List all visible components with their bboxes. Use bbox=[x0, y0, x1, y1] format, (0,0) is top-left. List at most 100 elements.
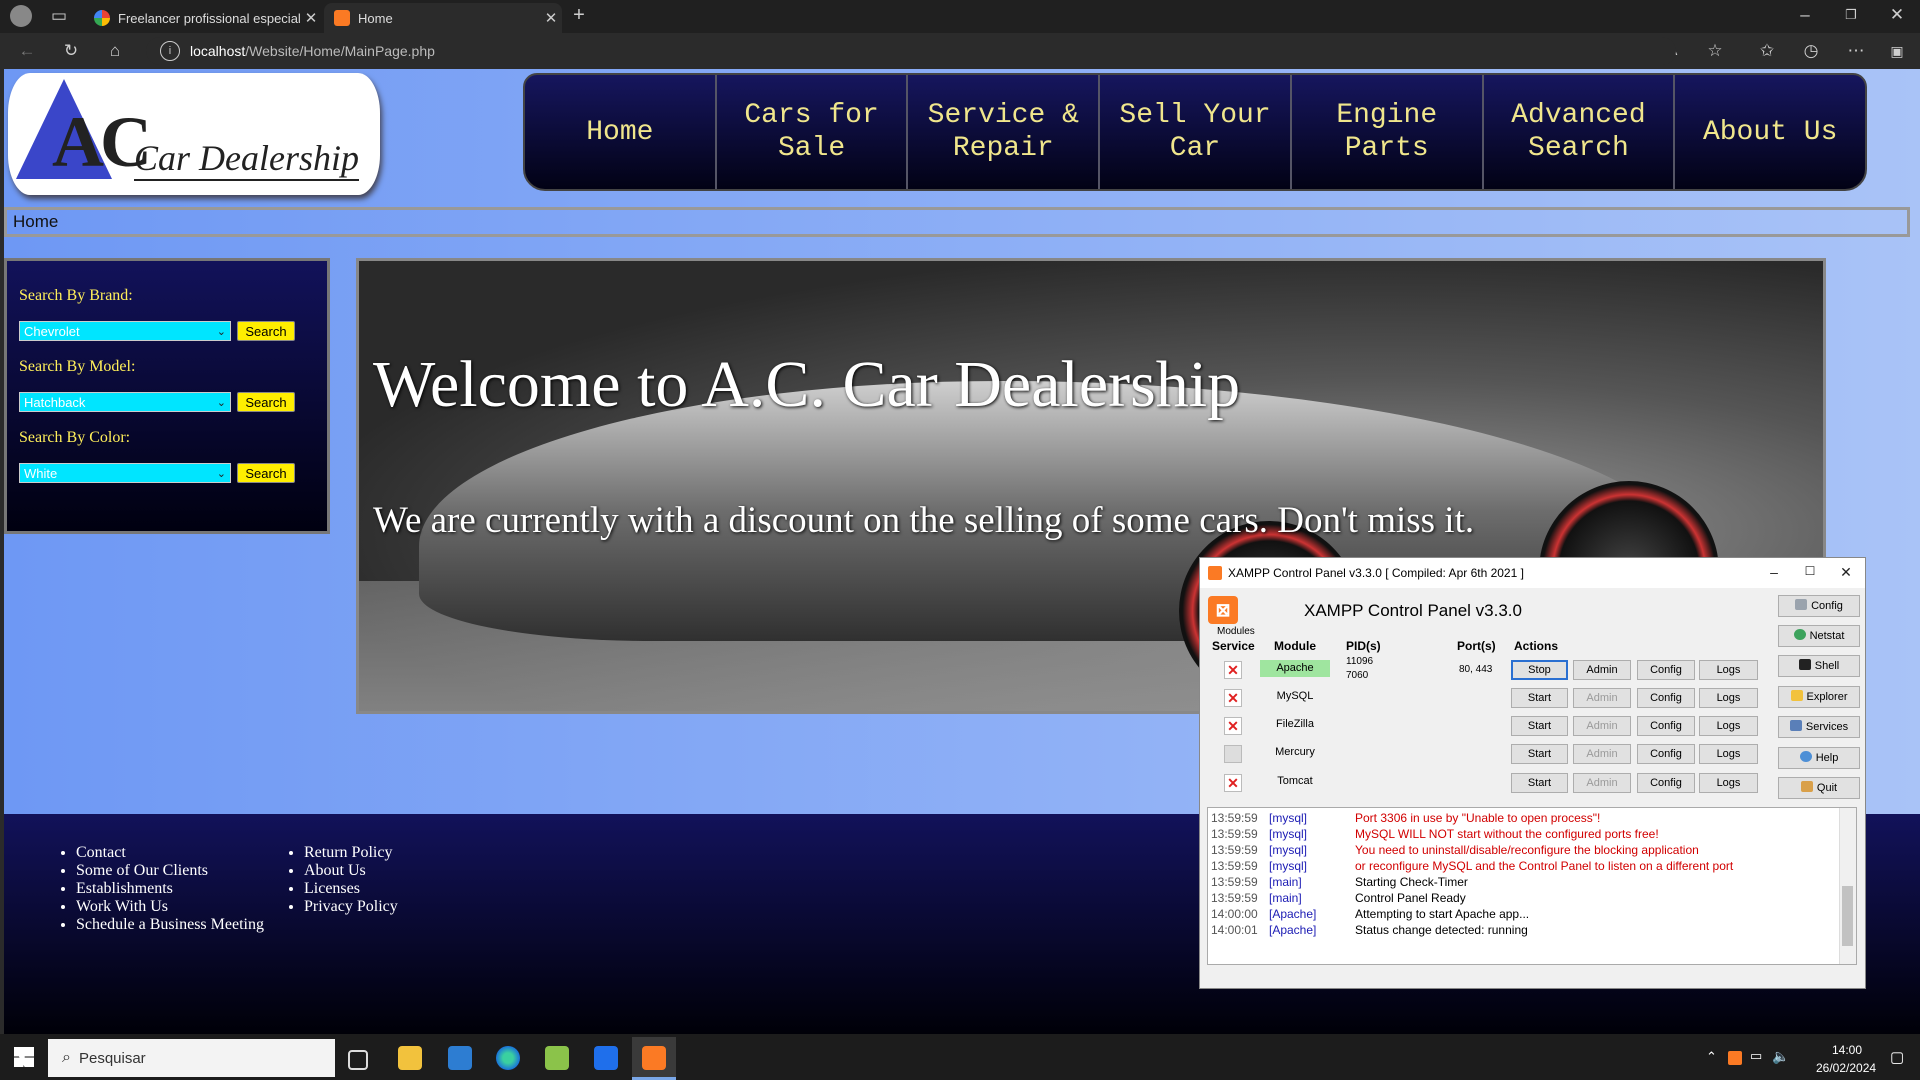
close-window-icon[interactable]: ✕ bbox=[1886, 5, 1908, 25]
clock-date[interactable]: 26/02/2024 bbox=[1816, 1061, 1876, 1075]
sidebar-toggle-icon[interactable]: ▣ bbox=[1886, 41, 1908, 61]
explorer-button[interactable]: Explorer bbox=[1778, 686, 1860, 708]
xampp-log-panel[interactable]: 13:59:59 [mysql] Port 3306 in use by "Unab… bbox=[1207, 807, 1857, 965]
nav-home[interactable]: Home bbox=[525, 75, 717, 189]
address-bar[interactable]: i localhost/Website/Home/MainPage.php bbox=[146, 37, 1676, 65]
tomcat-config-button[interactable]: Config bbox=[1637, 773, 1695, 793]
services-button[interactable]: Services bbox=[1778, 716, 1860, 738]
nav-advanced-search[interactable]: Advanced Search bbox=[1484, 75, 1676, 189]
nav-about-us[interactable]: About Us bbox=[1675, 75, 1865, 189]
back-icon[interactable]: ← bbox=[16, 41, 38, 61]
brand-search-button[interactable]: Search bbox=[237, 321, 295, 341]
favorites-icon[interactable]: ✩ bbox=[1756, 41, 1778, 61]
volume-icon[interactable]: 🔈 bbox=[1772, 1048, 1789, 1065]
service-status-x-icon[interactable]: ✕ bbox=[1224, 717, 1242, 735]
footer-link-privacy-policy[interactable]: Privacy Policy bbox=[304, 898, 398, 916]
footer-link-about-us[interactable]: About Us bbox=[304, 862, 398, 880]
model-select[interactable]: Hatchback ⌄ bbox=[19, 392, 231, 412]
vscode-icon[interactable] bbox=[594, 1046, 618, 1070]
tab-close-icon[interactable]: ✕ bbox=[300, 9, 322, 27]
minimize-icon[interactable]: – bbox=[1759, 564, 1789, 580]
notifications-icon[interactable]: ▢ bbox=[1890, 1048, 1904, 1066]
app-icon[interactable] bbox=[545, 1046, 569, 1070]
home-icon[interactable]: ⌂ bbox=[104, 41, 126, 61]
maximize-icon[interactable]: ☐ bbox=[1795, 564, 1825, 578]
new-tab-icon[interactable]: + bbox=[568, 5, 590, 25]
search-sidebar: Search By Brand: Chevrolet ⌄ Search Searc… bbox=[4, 258, 330, 534]
col-actions: Actions bbox=[1514, 639, 1559, 653]
mercury-start-button[interactable]: Start bbox=[1511, 744, 1568, 764]
mercury-logs-button[interactable]: Logs bbox=[1699, 744, 1758, 764]
footer-link-licenses[interactable]: Licenses bbox=[304, 880, 398, 898]
windows-start-icon[interactable] bbox=[14, 1047, 34, 1067]
apache-logs-button[interactable]: Logs bbox=[1699, 660, 1758, 680]
favorite-star-icon[interactable]: ☆ bbox=[1704, 41, 1726, 61]
quit-button[interactable]: Quit bbox=[1778, 777, 1860, 799]
history-icon[interactable]: ◷ bbox=[1800, 41, 1822, 61]
xampp-taskbar-button[interactable] bbox=[632, 1037, 676, 1080]
footer-link-work-with-us[interactable]: Work With Us bbox=[76, 898, 264, 916]
mysql-logs-button[interactable]: Logs bbox=[1699, 688, 1758, 708]
tomcat-logs-button[interactable]: Logs bbox=[1699, 773, 1758, 793]
service-status-x-icon[interactable]: ✕ bbox=[1224, 689, 1242, 707]
nav-service-repair[interactable]: Service & Repair bbox=[908, 75, 1101, 189]
edge-browser-icon[interactable] bbox=[496, 1046, 520, 1070]
service-status-x-icon[interactable]: ✕ bbox=[1224, 774, 1242, 792]
color-select[interactable]: White ⌄ bbox=[19, 463, 231, 483]
nav-cars-for-sale[interactable]: Cars for Sale bbox=[717, 75, 909, 189]
clock-time[interactable]: 14:00 bbox=[1832, 1043, 1862, 1057]
footer-link-establishments[interactable]: Establishments bbox=[76, 880, 264, 898]
brand-select[interactable]: Chevrolet ⌄ bbox=[19, 321, 231, 341]
model-search-button[interactable]: Search bbox=[237, 392, 295, 412]
mercury-config-button[interactable]: Config bbox=[1637, 744, 1695, 764]
nav-engine-parts[interactable]: Engine Parts bbox=[1292, 75, 1484, 189]
shell-button[interactable]: Shell bbox=[1778, 655, 1860, 677]
footer-link-schedule-meeting[interactable]: Schedule a Business Meeting bbox=[76, 916, 264, 934]
xampp-title-bar[interactable]: XAMPP Control Panel v3.3.0 [ Compiled: A… bbox=[1200, 558, 1865, 588]
apache-admin-button[interactable]: Admin bbox=[1573, 660, 1631, 680]
netstat-button[interactable]: Netstat bbox=[1778, 625, 1860, 647]
xampp-config-button[interactable]: Config bbox=[1778, 595, 1860, 617]
footer-link-return-policy[interactable]: Return Policy bbox=[304, 844, 398, 862]
log-scrollbar-thumb[interactable] bbox=[1842, 886, 1853, 946]
color-search-button[interactable]: Search bbox=[237, 463, 295, 483]
task-view-icon[interactable] bbox=[348, 1050, 368, 1070]
tab-home[interactable]: Home ✕ bbox=[324, 3, 562, 33]
tray-overflow-icon[interactable]: ⌃ bbox=[1706, 1049, 1717, 1065]
apache-config-button[interactable]: Config bbox=[1637, 660, 1695, 680]
nav-sell-your-car[interactable]: Sell Your Car bbox=[1100, 75, 1292, 189]
mysql-config-button[interactable]: Config bbox=[1637, 688, 1695, 708]
service-status-x-icon[interactable]: ✕ bbox=[1224, 661, 1242, 679]
filezilla-admin-button: Admin bbox=[1573, 716, 1631, 736]
mysql-start-button[interactable]: Start bbox=[1511, 688, 1568, 708]
tab-freelancer[interactable]: Freelancer profissional especialis ✕ bbox=[84, 3, 322, 33]
restore-icon[interactable]: ❐ bbox=[1840, 5, 1862, 25]
close-icon[interactable]: ✕ bbox=[1831, 564, 1861, 581]
service-status-empty-icon[interactable] bbox=[1224, 745, 1242, 763]
refresh-icon[interactable]: ↻ bbox=[60, 41, 82, 61]
more-menu-icon[interactable]: ⋯ bbox=[1845, 41, 1867, 61]
apache-stop-button[interactable]: Stop bbox=[1511, 660, 1568, 680]
xampp-big-logo-icon: ⊠ bbox=[1208, 596, 1238, 624]
profile-avatar-icon[interactable] bbox=[10, 5, 32, 27]
tab-actions-icon[interactable]: ▭ bbox=[48, 6, 70, 26]
taskbar-search[interactable]: ⌕ Pesquisar bbox=[48, 1039, 335, 1077]
file-explorer-icon[interactable] bbox=[398, 1046, 422, 1070]
filezilla-config-button[interactable]: Config bbox=[1637, 716, 1695, 736]
site-logo[interactable]: AC Car Dealership bbox=[8, 73, 380, 195]
filezilla-logs-button[interactable]: Logs bbox=[1699, 716, 1758, 736]
filezilla-start-button[interactable]: Start bbox=[1511, 716, 1568, 736]
site-info-icon[interactable]: i bbox=[160, 41, 180, 61]
wrench-icon bbox=[1795, 599, 1808, 610]
tomcat-start-button[interactable]: Start bbox=[1511, 773, 1568, 793]
footer-link-contact[interactable]: Contact bbox=[76, 844, 264, 862]
apache-pid-2: 7060 bbox=[1346, 670, 1369, 681]
log-scrollbar[interactable] bbox=[1839, 808, 1856, 964]
app-icon[interactable] bbox=[448, 1046, 472, 1070]
help-button[interactable]: Help bbox=[1778, 747, 1860, 769]
tray-xampp-icon[interactable] bbox=[1728, 1051, 1742, 1065]
tab-close-icon[interactable]: ✕ bbox=[540, 9, 562, 27]
footer-link-clients[interactable]: Some of Our Clients bbox=[76, 862, 264, 880]
network-icon[interactable]: ▭ bbox=[1750, 1048, 1762, 1064]
minimize-icon[interactable]: – bbox=[1794, 5, 1816, 25]
